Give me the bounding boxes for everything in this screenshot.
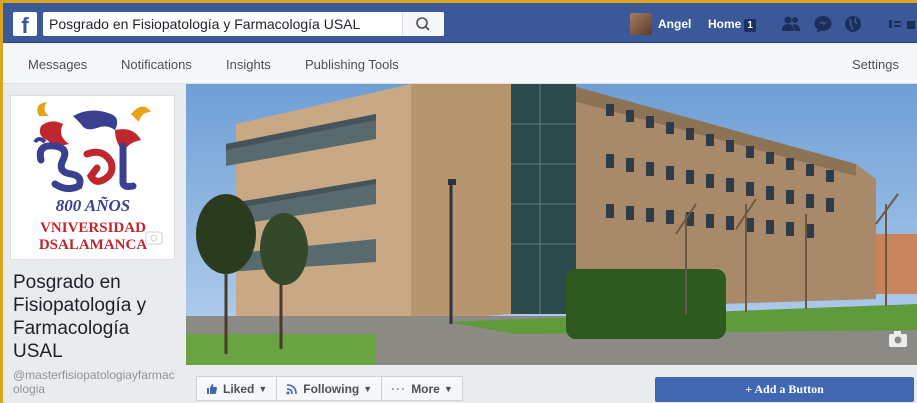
top-navigation-bar: f Angel Home1 [3, 3, 917, 43]
messenger-icon[interactable] [813, 15, 833, 33]
search-input[interactable] [49, 12, 399, 36]
liked-button[interactable]: Liked ▼ [196, 376, 278, 401]
tab-notifications[interactable]: Notifications [121, 57, 192, 72]
tab-messages[interactable]: Messages [28, 57, 87, 72]
cover-photo-image [186, 84, 917, 365]
liked-label: Liked [223, 381, 255, 396]
home-label: Home [708, 17, 742, 31]
user-profile-link[interactable]: Angel [630, 12, 691, 36]
facebook-page-window: f Angel Home1 [0, 0, 917, 403]
globe-icon[interactable] [843, 15, 863, 33]
page-title[interactable]: Posgrado en Fisiopatología y Farmacologí… [13, 271, 181, 363]
search-button[interactable] [402, 12, 444, 36]
friends-icon[interactable] [781, 15, 801, 33]
chevron-down-icon: ▼ [363, 383, 373, 394]
tab-insights[interactable]: Insights [226, 57, 271, 72]
cover-photo[interactable] [186, 84, 917, 365]
facebook-logo-icon[interactable]: f [13, 12, 37, 36]
rss-icon [286, 383, 298, 394]
more-button[interactable]: ··· More ▼ [381, 376, 463, 401]
logo-salamanca-text: DSALAMANCA [39, 237, 148, 253]
search-box [43, 12, 444, 36]
profile-picture[interactable]: 800 AÑOS VNIVERSIDAD DSALAMANCA [10, 95, 175, 260]
settings-menu-icon[interactable] [887, 15, 915, 33]
home-count-badge: 1 [744, 19, 756, 32]
chevron-down-icon: ▼ [258, 383, 268, 394]
usal-logo-image: 800 AÑOS VNIVERSIDAD DSALAMANCA [33, 102, 163, 253]
home-link[interactable]: Home 1 [708, 17, 756, 32]
page-action-bar: Liked ▼ Following ▼ ··· More ▼ [196, 376, 463, 401]
camera-icon[interactable] [145, 231, 163, 245]
chevron-down-icon: ▼ [443, 383, 453, 394]
thumbs-up-icon [207, 383, 217, 394]
page-navigation-bar: Messages Notifications Insights Publishi… [3, 44, 917, 84]
avatar [630, 13, 652, 35]
following-button[interactable]: Following ▼ [276, 376, 383, 401]
page-username[interactable]: @masterfisiopatologiayfarmacologia [13, 368, 181, 396]
more-label: More [411, 381, 440, 396]
more-dots-icon: ··· [391, 381, 407, 396]
user-name: Angel [658, 17, 692, 31]
tab-settings[interactable]: Settings [852, 57, 899, 72]
following-label: Following [303, 381, 360, 396]
logo-universidad-text: VNIVERSIDAD [40, 220, 146, 236]
page-sidebar: 800 AÑOS VNIVERSIDAD DSALAMANCA Posgrado… [10, 95, 177, 403]
add-a-button[interactable]: + Add a Button [655, 377, 914, 402]
logo-anos-text: 800 AÑOS [56, 196, 130, 215]
tab-publishing-tools[interactable]: Publishing Tools [305, 57, 399, 72]
search-icon [416, 17, 430, 31]
